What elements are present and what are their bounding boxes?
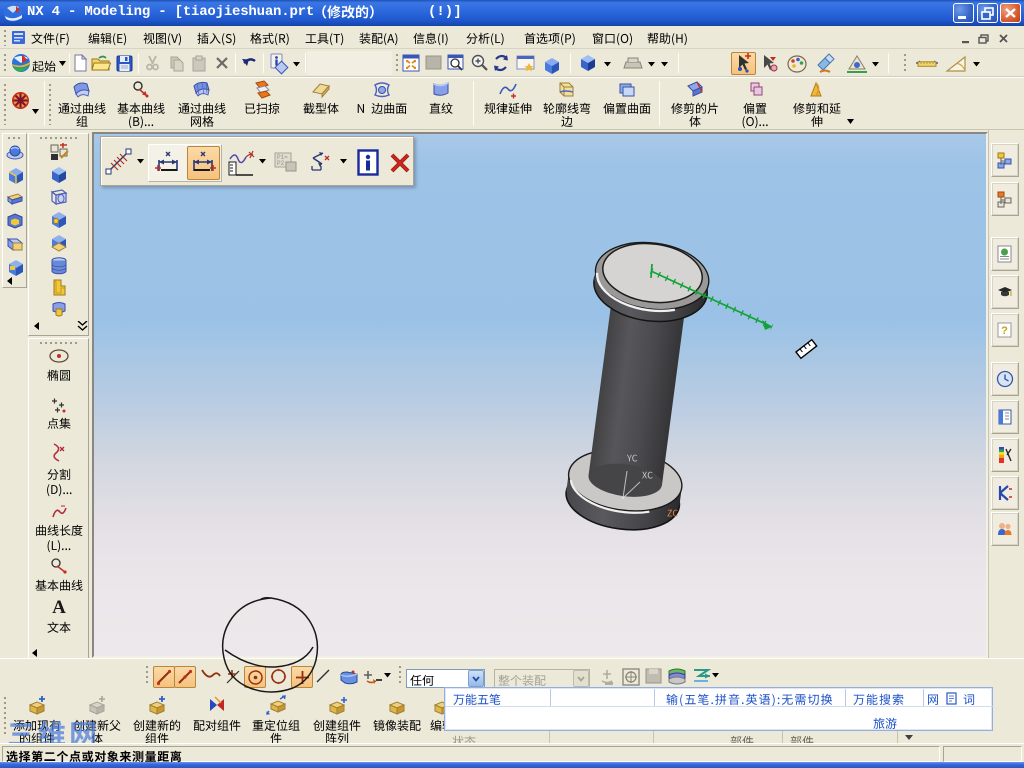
svg-text:?: ?: [1001, 325, 1008, 337]
svg-text:A: A: [52, 597, 66, 617]
svg-text:P2: P2: [277, 160, 285, 167]
